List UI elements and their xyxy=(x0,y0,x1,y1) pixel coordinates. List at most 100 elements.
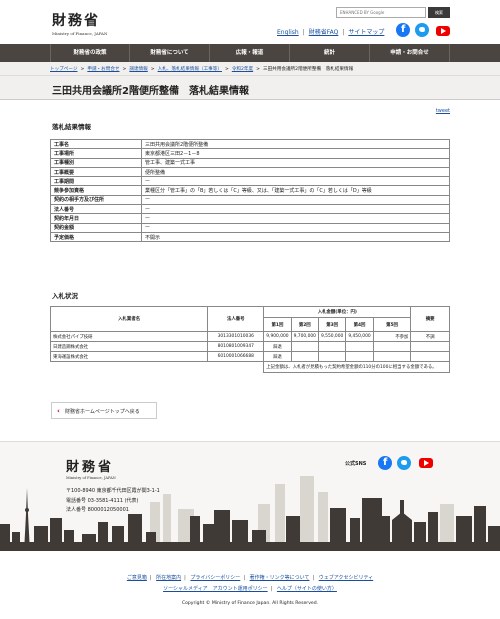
footer-links: ご意見箱 | 所在地案内 | プライバシーポリシー | 著作権・リンク等について | ウ… xyxy=(126,575,374,592)
info-row-value: 不開示 xyxy=(141,231,450,243)
bid-cell-r4 xyxy=(345,341,374,352)
footer-logo: 財務省 Ministry of Finance, JAPAN xyxy=(66,456,116,480)
round-3-header: 第3回 xyxy=(317,317,347,332)
bid-note: 上記金額は、入札者が見積もった契約希望金額の110分の100に相当する金額である… xyxy=(263,361,450,373)
search-button[interactable]: 検索 xyxy=(428,7,450,18)
info-row-value: ー xyxy=(141,176,450,187)
sitemap-link[interactable]: サイトマップ xyxy=(348,29,384,36)
info-row: 契約年月日ー xyxy=(50,213,450,224)
footer-link-copyright[interactable]: 著作権・リンク等について xyxy=(250,575,310,581)
breadcrumb: トップページ > 申請・お問合せ > 調達情報 > 入札、落札結果情報（工事等） > 令和2年度… xyxy=(50,66,353,72)
info-row: 法人番号ー xyxy=(50,204,450,215)
site-header: 財務省 Ministry of Finance, JAPAN 検索 Englis… xyxy=(0,0,500,44)
footer-link-accessibility[interactable]: ウェブアクセシビリティ xyxy=(319,575,373,581)
breadcrumb-procurement[interactable]: 調達情報 xyxy=(129,67,147,72)
breadcrumb-results[interactable]: 入札、落札結果情報（工事等） xyxy=(158,67,222,72)
footer-logo-english: Ministry of Finance, JAPAN xyxy=(66,476,116,480)
tweet-link[interactable]: tweet xyxy=(436,108,450,114)
round-4-header: 第4回 xyxy=(345,317,374,332)
sns-label: 公式SNS xyxy=(345,461,367,467)
info-row: 工事名 三田共用会議所2階便所整備 xyxy=(50,138,450,150)
info-row-label: 工事名 xyxy=(50,138,142,150)
back-to-top-button[interactable]: ‹ 財務省ホームページトップへ戻る xyxy=(51,402,157,419)
info-row: 競争参加資格 業種区分「管工事」の「B」若しくは「C」等級、又は、「建築一式工事」… xyxy=(50,185,450,196)
bid-row: 東海運設株式会社 6010001066688 辞退 xyxy=(49,351,450,362)
info-row-label: 法人番号 xyxy=(50,204,142,215)
title-bar: 三田共用会議所2階便所整備 落札結果情報 xyxy=(0,76,500,100)
bid-row: 日建造鋼株式会社 8010801009347 辞退 xyxy=(49,341,450,352)
logo-kanji: 財務省 xyxy=(52,13,100,29)
footer-logo-kanji: 財務省 xyxy=(66,460,115,475)
nav-policy[interactable]: 財務省の政策 xyxy=(50,44,130,62)
remarks-header: 摘要 xyxy=(410,306,450,332)
bid-cell-r2 xyxy=(290,341,319,352)
round-1-header: 第1回 xyxy=(263,317,292,332)
info-row-label: 工事場所 xyxy=(50,148,142,159)
youtube-icon[interactable] xyxy=(419,458,433,468)
info-row-label: 予定価格 xyxy=(50,231,142,243)
copyright: Copyright © Ministry of Finance Japan. A… xyxy=(181,601,319,606)
bid-cell-remarks xyxy=(410,341,450,352)
address: 〒100-8940 東京都千代田区霞が関3-1-1 xyxy=(66,488,160,494)
info-row-value: 東京都港区三田2－1－8 xyxy=(141,148,450,159)
bid-status-table: 入札業者名 法人番号 入札金額(単位：円) 摘要 第1回 第2回 第3回 第4回… xyxy=(49,306,450,373)
info-row: 予定価格 不開示 xyxy=(50,231,450,243)
bid-cell-corp-no: 6010001066688 xyxy=(207,351,265,362)
bid-cell-r1: 辞退 xyxy=(263,341,292,352)
breadcrumb-current: 三田共用会議所2階便所整備 落札結果情報 xyxy=(262,67,354,72)
phone: 電話番号 03-3581-4111 (代表) xyxy=(66,497,139,504)
bid-cell-remarks xyxy=(410,351,450,362)
footer-link-help[interactable]: ヘルプ（サイトの使い方） xyxy=(277,586,337,592)
bid-cell-r3 xyxy=(317,341,347,352)
footer-link-opinion[interactable]: ご意見箱 xyxy=(127,575,147,581)
utility-links: English | 財務省FAQ | サイトマップ xyxy=(277,29,385,36)
breadcrumb-bar: トップページ > 申請・お問合せ > 調達情報 > 入札、落札結果情報（工事等） > 令和2年度… xyxy=(0,62,500,76)
bid-note-row: 上記金額は、入札者が見積もった契約希望金額の110分の100に相当する金額である… xyxy=(51,361,450,373)
info-row-value: 三田共用会議所2階便所整備 xyxy=(141,138,450,150)
site-logo[interactable]: 財務省 Ministry of Finance, JAPAN xyxy=(52,10,107,36)
nav-applications[interactable]: 申請・お問合せ xyxy=(370,44,450,62)
breadcrumb-top[interactable]: トップページ xyxy=(50,67,77,72)
bid-cell-r4 xyxy=(345,351,374,362)
breadcrumb-year[interactable]: 令和2年度 xyxy=(232,67,253,72)
info-row-label: 競争参加資格 xyxy=(50,185,142,196)
bid-cell-r5 xyxy=(372,351,412,362)
bid-cell-r1: 辞退 xyxy=(263,351,292,362)
nav-about[interactable]: 財務省について xyxy=(130,44,210,62)
twitter-icon[interactable] xyxy=(397,456,411,470)
nav-statistics[interactable]: 統計 xyxy=(290,44,370,62)
bid-cell-corp-no: 3013301010036 xyxy=(207,331,265,342)
info-row: 工事期間ー xyxy=(50,176,450,187)
footer-link-social-policy[interactable]: ソーシャルメディア アカウント運用ポリシー xyxy=(163,586,268,592)
bid-cell-name: 株式会社パイプ技研 xyxy=(49,331,209,342)
chevron-right-icon: > xyxy=(224,67,229,72)
info-row: 工事概要 便所整備 xyxy=(50,166,450,178)
english-link[interactable]: English xyxy=(277,29,299,36)
nav-pr[interactable]: 広報・報道 xyxy=(210,44,290,62)
corporate-number: 法人番号 8000012050001 xyxy=(66,507,129,513)
bid-section-title: 入札状況 xyxy=(52,292,78,300)
bid-cell-r4: 9,450,000 xyxy=(345,331,374,342)
faq-link[interactable]: 財務省FAQ xyxy=(309,29,339,36)
footer-link-privacy[interactable]: プライバシーポリシー xyxy=(190,575,240,581)
twitter-icon[interactable] xyxy=(415,23,429,37)
facebook-icon[interactable] xyxy=(396,23,410,37)
info-section-title: 落札結果情報 xyxy=(52,123,91,131)
site-footer: 財務省 Ministry of Finance, JAPAN 公式SNS 〒10… xyxy=(0,441,500,551)
facebook-icon[interactable] xyxy=(378,456,392,470)
info-row-value: ー xyxy=(141,204,450,215)
info-row: 契約金額ー xyxy=(50,222,450,233)
breadcrumb-applications[interactable]: 申請・お問合せ xyxy=(87,67,119,72)
bidder-header: 入札業者名 xyxy=(49,306,209,332)
bid-cell-r2: 9,700,000 xyxy=(290,331,319,342)
info-row-label: 契約金額 xyxy=(50,222,142,233)
youtube-icon[interactable] xyxy=(436,26,450,36)
round-5-header: 第5回 xyxy=(372,317,412,332)
footer-link-location[interactable]: 所在地案内 xyxy=(156,575,181,581)
search-input[interactable] xyxy=(337,8,425,17)
bid-cell-corp-no: 8010801009347 xyxy=(207,341,265,352)
contact-info: 〒100-8940 東京都千代田区霞が関3-1-1 電話番号 03-3581-4… xyxy=(66,487,160,516)
bid-cell-r3 xyxy=(317,351,347,362)
info-row-value: ー xyxy=(141,213,450,224)
result-info-table: 工事名 三田共用会議所2階便所整備 工事場所 東京都港区三田2－1－8 工事種別 管工事、… xyxy=(50,138,450,243)
